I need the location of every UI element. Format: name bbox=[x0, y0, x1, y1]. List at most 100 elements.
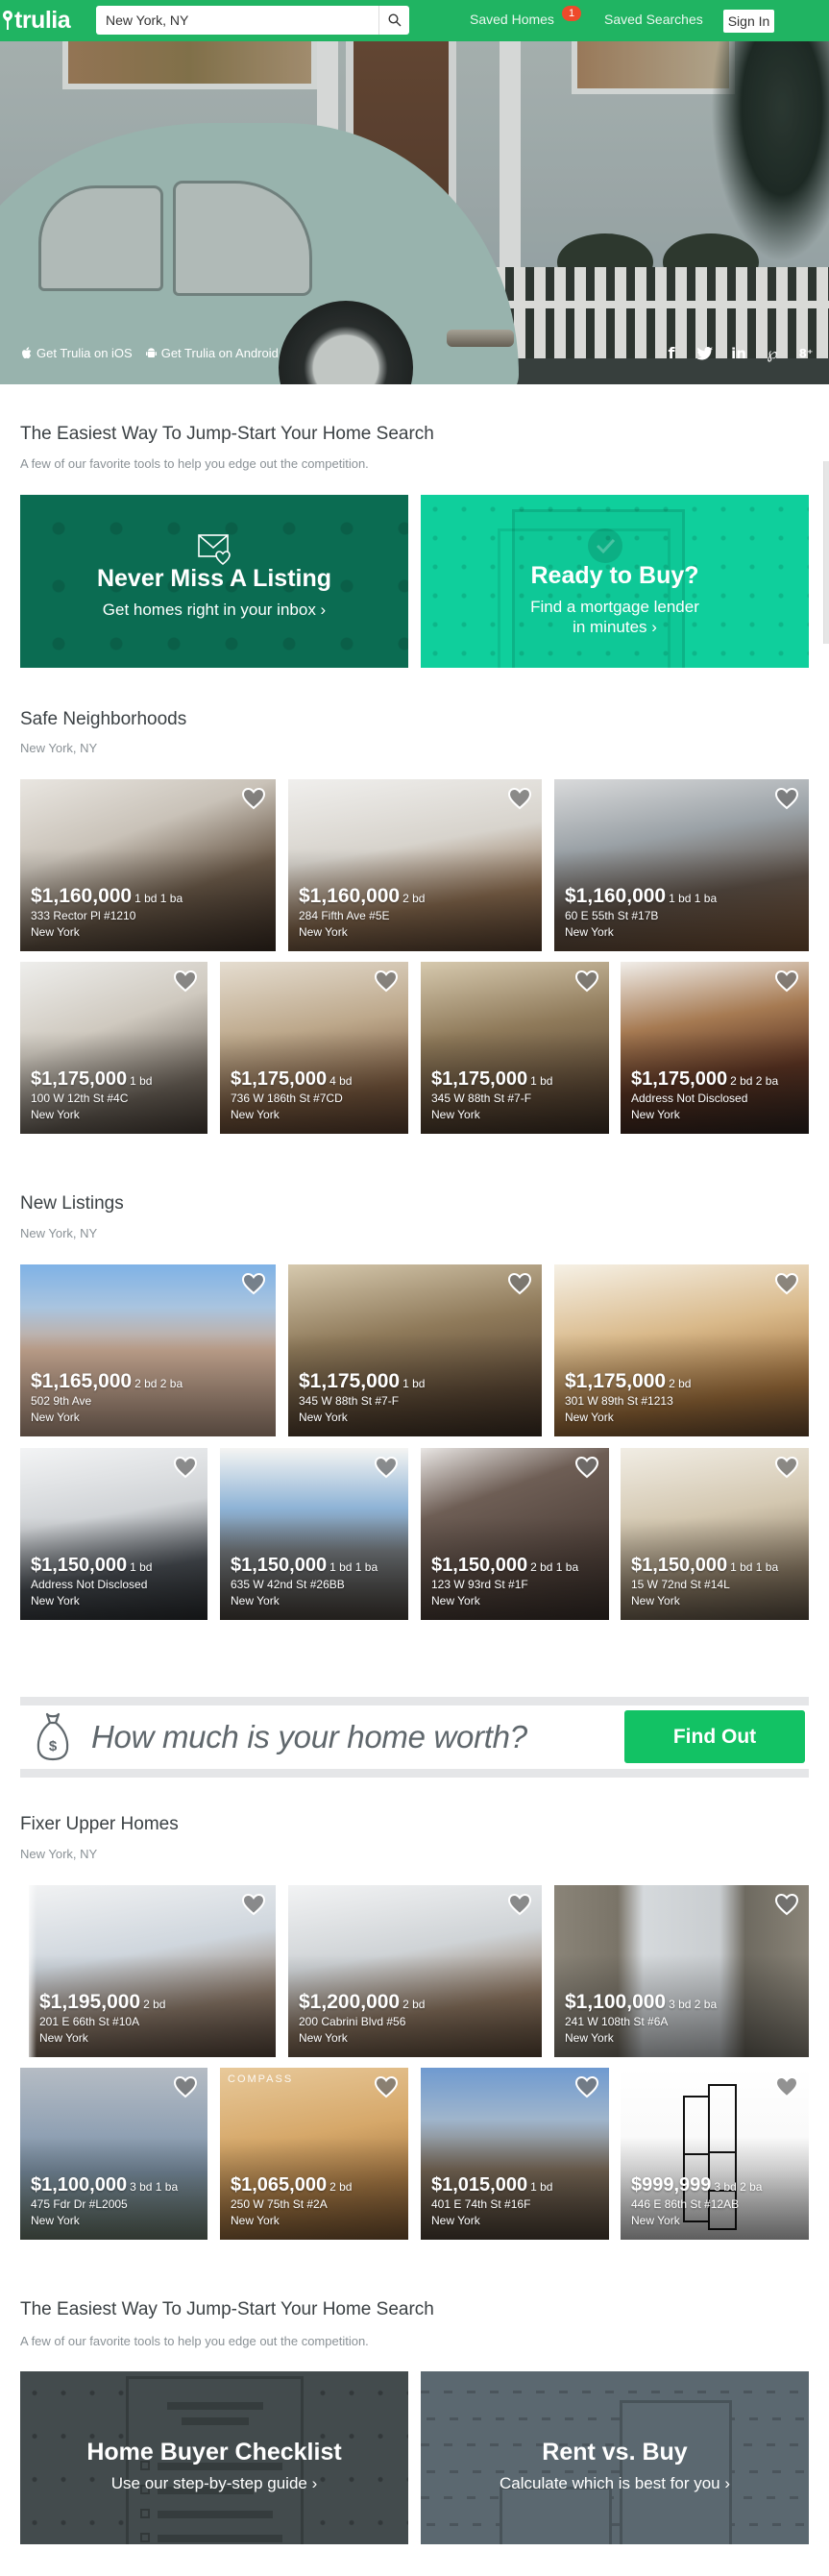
saved-homes-link[interactable]: Saved Homes bbox=[470, 12, 554, 27]
favorite-heart-icon[interactable] bbox=[774, 1456, 799, 1479]
home-worth-question: How much is your home worth? bbox=[91, 1719, 527, 1754]
listing-card[interactable]: $1,175,000 1 bd 100 W 12th St #4C New York bbox=[20, 962, 207, 1134]
listing-info: $1,150,000 1 bd 1 ba 15 W 72nd St #14L New … bbox=[631, 1554, 778, 1609]
listing-beds-baths: 2 bd bbox=[143, 1998, 166, 2011]
trulia-logo[interactable]: trulia bbox=[2, 6, 71, 35]
listing-info: $1,100,000 3 bd 2 ba 241 W 108th St #6A New… bbox=[565, 1991, 717, 2047]
favorite-heart-icon[interactable] bbox=[774, 2075, 799, 2098]
android-app-link[interactable]: Get Trulia on Android bbox=[145, 345, 279, 360]
listing-beds-baths: 1 bd bbox=[530, 1074, 553, 1088]
favorite-heart-icon[interactable] bbox=[774, 1272, 799, 1295]
saved-searches-link[interactable]: Saved Searches bbox=[604, 12, 703, 27]
listing-card[interactable]: $1,100,000 3 bd 2 ba 241 W 108th St #6A New… bbox=[554, 1885, 809, 2057]
favorite-heart-icon[interactable] bbox=[507, 1893, 532, 1916]
listing-info: $1,160,000 2 bd 284 Fifth Ave #5E New York bbox=[299, 885, 425, 941]
listing-card[interactable]: $1,160,000 2 bd 284 Fifth Ave #5E New York bbox=[288, 779, 542, 951]
listing-price: $1,160,000 bbox=[299, 885, 401, 907]
check-icon bbox=[588, 528, 622, 563]
favorite-heart-icon[interactable] bbox=[173, 969, 198, 993]
listing-beds-baths: 2 bd 1 ba bbox=[530, 1560, 579, 1574]
listing-address: Address Not Disclosed bbox=[631, 1092, 748, 1105]
android-app-label: Get Trulia on Android bbox=[160, 345, 279, 360]
listing-card[interactable]: $1,200,000 2 bd 200 Cabrini Blvd #56 New Yo… bbox=[288, 1885, 542, 2057]
pinterest-icon[interactable]: ℘ bbox=[762, 343, 783, 364]
ready-to-buy-card[interactable]: Ready to Buy? Find a mortgage lender in … bbox=[421, 495, 809, 668]
listing-card[interactable]: $1,015,000 1 bd 401 E 74th St #16F New York bbox=[421, 2068, 609, 2240]
favorite-heart-icon[interactable] bbox=[774, 787, 799, 810]
never-miss-listing-card[interactable]: Never Miss A Listing Get homes right in … bbox=[20, 495, 408, 668]
linkedin-icon[interactable]: in bbox=[728, 343, 749, 364]
rent-vs-buy-card[interactable]: Rent vs. Buy Calculate which is best for… bbox=[421, 2371, 809, 2544]
listing-price: $1,175,000 bbox=[231, 1068, 328, 1090]
app-links: Get Trulia on iOS Get Trulia on Android bbox=[21, 343, 292, 362]
scrollbar[interactable] bbox=[823, 461, 829, 644]
search-bar bbox=[96, 6, 409, 35]
listing-card[interactable]: $1,195,000 2 bd 201 E 66th St #10A New York bbox=[29, 1885, 276, 2057]
ios-app-label: Get Trulia on iOS bbox=[37, 345, 133, 360]
listing-address: 284 Fifth Ave #5E bbox=[299, 909, 390, 922]
listing-card[interactable]: $1,175,000 2 bd 301 W 89th St #1213 New Yor… bbox=[554, 1264, 809, 1436]
favorite-heart-icon[interactable] bbox=[374, 1456, 399, 1479]
listing-price: $1,150,000 bbox=[631, 1555, 728, 1576]
favorite-heart-icon[interactable] bbox=[574, 1456, 599, 1479]
listing-card[interactable]: $1,065,000 2 bd 250 W 75th St #2A New York C… bbox=[220, 2068, 408, 2240]
google-plus-icon[interactable]: 8⁺ bbox=[795, 343, 817, 364]
location-search-input[interactable] bbox=[96, 6, 378, 35]
favorite-heart-icon[interactable] bbox=[374, 2075, 399, 2098]
listing-city: New York bbox=[431, 1108, 480, 1121]
ios-app-link[interactable]: Get Trulia on iOS bbox=[21, 346, 133, 360]
favorite-heart-icon[interactable] bbox=[241, 1893, 266, 1916]
new-listings-subtitle: New York, NY bbox=[20, 1226, 98, 1240]
tools-section-subtitle: A few of our favorite tools to help you … bbox=[20, 456, 369, 471]
listing-card[interactable]: $1,150,000 1 bd Address Not Disclosed New Y… bbox=[20, 1448, 207, 1620]
illustration-checkbox bbox=[140, 2509, 150, 2518]
listing-beds-baths: 1 bd 1 ba bbox=[329, 1560, 378, 1574]
search-button[interactable] bbox=[378, 6, 409, 35]
listing-beds-baths: 2 bd bbox=[402, 1998, 426, 2011]
listing-info: $1,100,000 3 bd 1 ba 475 Fdr Dr #L2005 New … bbox=[31, 2173, 178, 2229]
listing-beds-baths: 2 bd bbox=[329, 2180, 353, 2194]
listing-info: $1,175,000 1 bd 345 W 88th St #7-F New York bbox=[431, 1067, 552, 1123]
favorite-heart-icon[interactable] bbox=[774, 969, 799, 993]
favorite-heart-icon[interactable] bbox=[173, 2075, 198, 2098]
listing-card[interactable]: $1,100,000 3 bd 1 ba 475 Fdr Dr #L2005 New … bbox=[20, 2068, 207, 2240]
favorite-heart-icon[interactable] bbox=[774, 1893, 799, 1916]
favorite-heart-icon[interactable] bbox=[241, 1272, 266, 1295]
favorite-heart-icon[interactable] bbox=[374, 969, 399, 993]
favorite-heart-icon[interactable] bbox=[173, 1456, 198, 1479]
listing-card[interactable]: $999,999 3 bd 2 ba 446 E 86th St #12AB New … bbox=[621, 2068, 809, 2240]
favorite-heart-icon[interactable] bbox=[507, 1272, 532, 1295]
facebook-icon[interactable]: f bbox=[661, 343, 682, 364]
listing-info: $1,195,000 2 bd 201 E 66th St #10A New York bbox=[39, 1991, 165, 2047]
listing-card[interactable]: $1,175,000 2 bd 2 ba Address Not Disclosed… bbox=[621, 962, 809, 1134]
illustration-checkbox bbox=[140, 2533, 150, 2542]
listing-address: 502 9th Ave bbox=[31, 1394, 92, 1408]
listing-city: New York bbox=[431, 2214, 480, 2227]
find-out-button[interactable]: Find Out bbox=[624, 1710, 805, 1763]
listing-card[interactable]: $1,175,000 1 bd 345 W 88th St #7-F New York bbox=[288, 1264, 542, 1436]
listing-card[interactable]: $1,150,000 2 bd 1 ba 123 W 93rd St #1F New … bbox=[421, 1448, 609, 1620]
new-listings-title: New Listings bbox=[20, 1193, 124, 1214]
listing-address: 200 Cabrini Blvd #56 bbox=[299, 2015, 406, 2028]
listing-card[interactable]: $1,160,000 1 bd 1 ba 333 Rector Pl #1210 Ne… bbox=[20, 779, 276, 951]
listing-card[interactable]: $1,150,000 1 bd 1 ba 15 W 72nd St #14L New … bbox=[621, 1448, 809, 1620]
favorite-heart-icon[interactable] bbox=[241, 787, 266, 810]
home-buyer-checklist-card[interactable]: Home Buyer Checklist Use our step-by-ste… bbox=[20, 2371, 408, 2544]
sign-in-button[interactable]: Sign In bbox=[723, 10, 774, 33]
listing-price: $1,100,000 bbox=[31, 2174, 128, 2196]
listing-card[interactable]: $1,175,000 1 bd 345 W 88th St #7-F New York bbox=[421, 962, 609, 1134]
twitter-icon[interactable] bbox=[695, 343, 716, 364]
listing-beds-baths: 2 bd 2 ba bbox=[730, 1074, 779, 1088]
favorite-heart-icon[interactable] bbox=[574, 2075, 599, 2098]
safe-neighborhoods-subtitle: New York, NY bbox=[20, 741, 98, 755]
ready-to-buy-subtitle-line1: Find a mortgage lender bbox=[530, 598, 699, 616]
listing-card[interactable]: $1,165,000 2 bd 2 ba 502 9th Ave New York bbox=[20, 1264, 276, 1436]
listing-info: $1,150,000 1 bd Address Not Disclosed New Y… bbox=[31, 1554, 152, 1609]
listing-card[interactable]: $1,150,000 1 bd 1 ba 635 W 42nd St #26BB Ne… bbox=[220, 1448, 408, 1620]
tools-bottom-subtitle: A few of our favorite tools to help you … bbox=[20, 2334, 369, 2348]
listing-card[interactable]: $1,175,000 4 bd 736 W 186th St #7CD New Yor… bbox=[220, 962, 408, 1134]
favorite-heart-icon[interactable] bbox=[574, 969, 599, 993]
listing-info: $1,015,000 1 bd 401 E 74th St #16F New York bbox=[431, 2173, 552, 2229]
favorite-heart-icon[interactable] bbox=[507, 787, 532, 810]
listing-card[interactable]: $1,160,000 1 bd 1 ba 60 E 55th St #17B New … bbox=[554, 779, 809, 951]
